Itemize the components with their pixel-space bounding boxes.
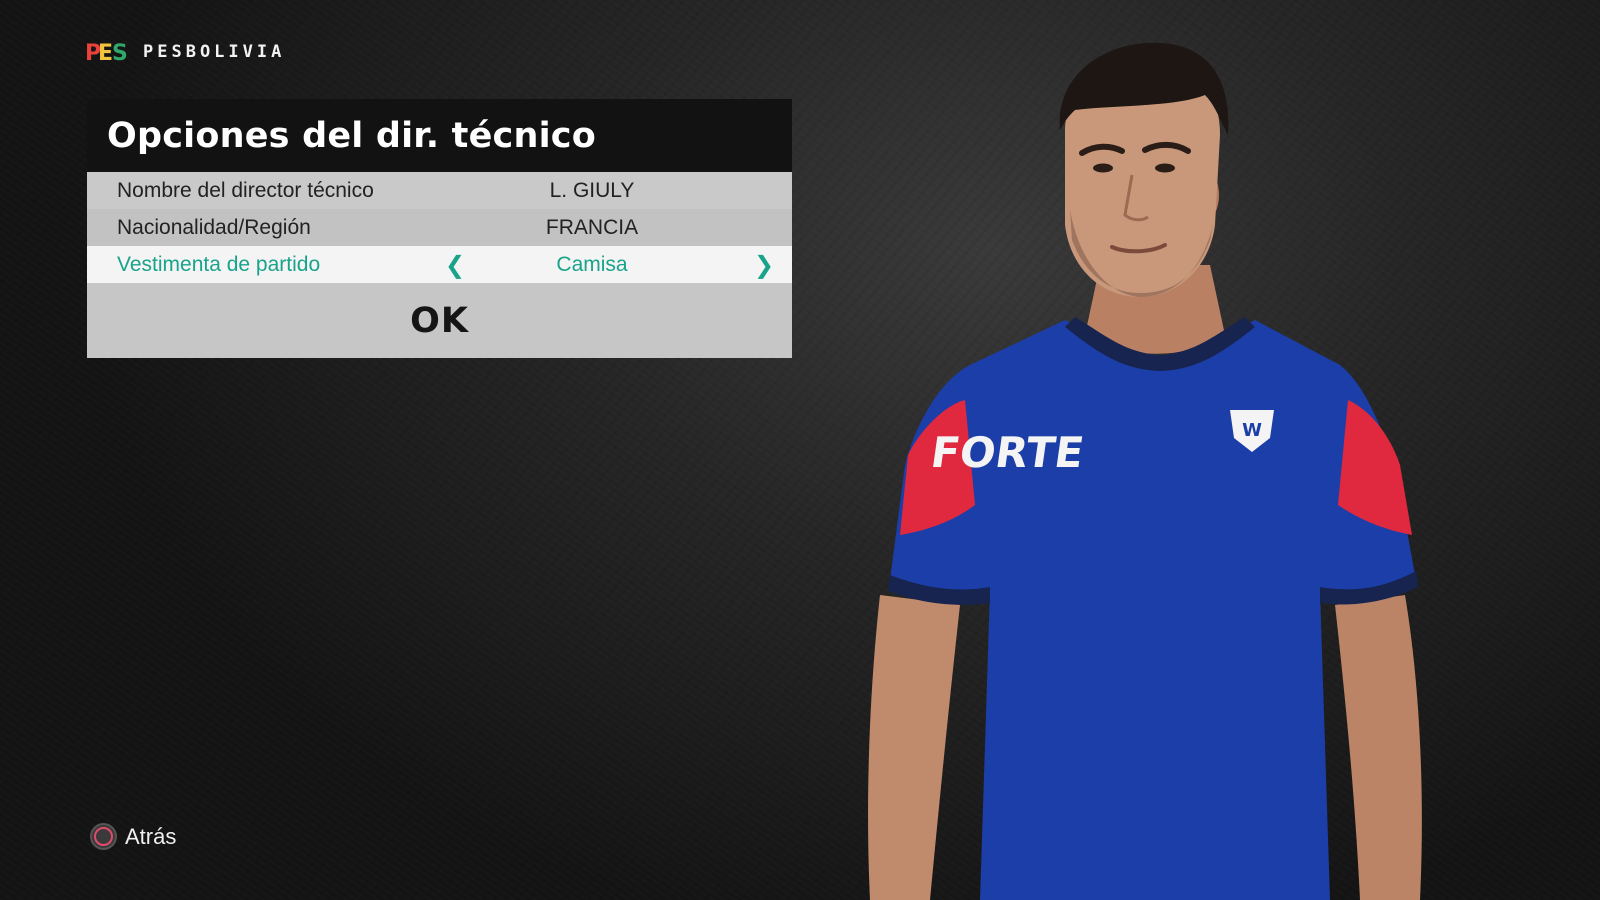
svg-text:W: W bbox=[1242, 420, 1262, 441]
ok-area: OK bbox=[87, 283, 792, 358]
shirt-sponsor: FORTE bbox=[928, 428, 1087, 477]
option-value: Camisa bbox=[556, 252, 628, 276]
brand: P E S PESBOLIVIA bbox=[85, 38, 285, 66]
right-eye bbox=[1155, 163, 1175, 173]
option-row-nationality[interactable]: Nacionalidad/Región FRANCIA bbox=[87, 209, 792, 246]
back-label: Atrás bbox=[125, 823, 177, 849]
option-value: FRANCIA bbox=[545, 215, 639, 239]
ok-button[interactable]: OK bbox=[410, 301, 469, 341]
svg-text:S: S bbox=[112, 41, 128, 66]
panel-header: Opciones del dir. técnico bbox=[87, 99, 792, 172]
chevron-right-icon[interactable]: ❯ bbox=[754, 251, 774, 279]
right-arm bbox=[1335, 595, 1422, 900]
back-hint[interactable]: Atrás bbox=[90, 823, 176, 850]
coach-portrait: FORTE W bbox=[868, 42, 1422, 900]
svg-text:E: E bbox=[98, 41, 113, 66]
pes-logo-icon: P E S bbox=[85, 41, 128, 66]
left-eye bbox=[1093, 163, 1113, 173]
left-arm bbox=[868, 595, 960, 900]
manager-options-panel: Opciones del dir. técnico Nombre del dir… bbox=[87, 99, 792, 358]
brand-name: PESBOLIVIA bbox=[143, 42, 286, 62]
option-row-match-attire[interactable]: Vestimenta de partido ❮ Camisa ❯ bbox=[87, 246, 792, 283]
circle-button-icon bbox=[90, 823, 117, 850]
page-title: Opciones del dir. técnico bbox=[107, 115, 596, 156]
option-row-manager-name[interactable]: Nombre del director técnico L. GIULY bbox=[87, 172, 792, 209]
option-value: L. GIULY bbox=[549, 178, 635, 202]
